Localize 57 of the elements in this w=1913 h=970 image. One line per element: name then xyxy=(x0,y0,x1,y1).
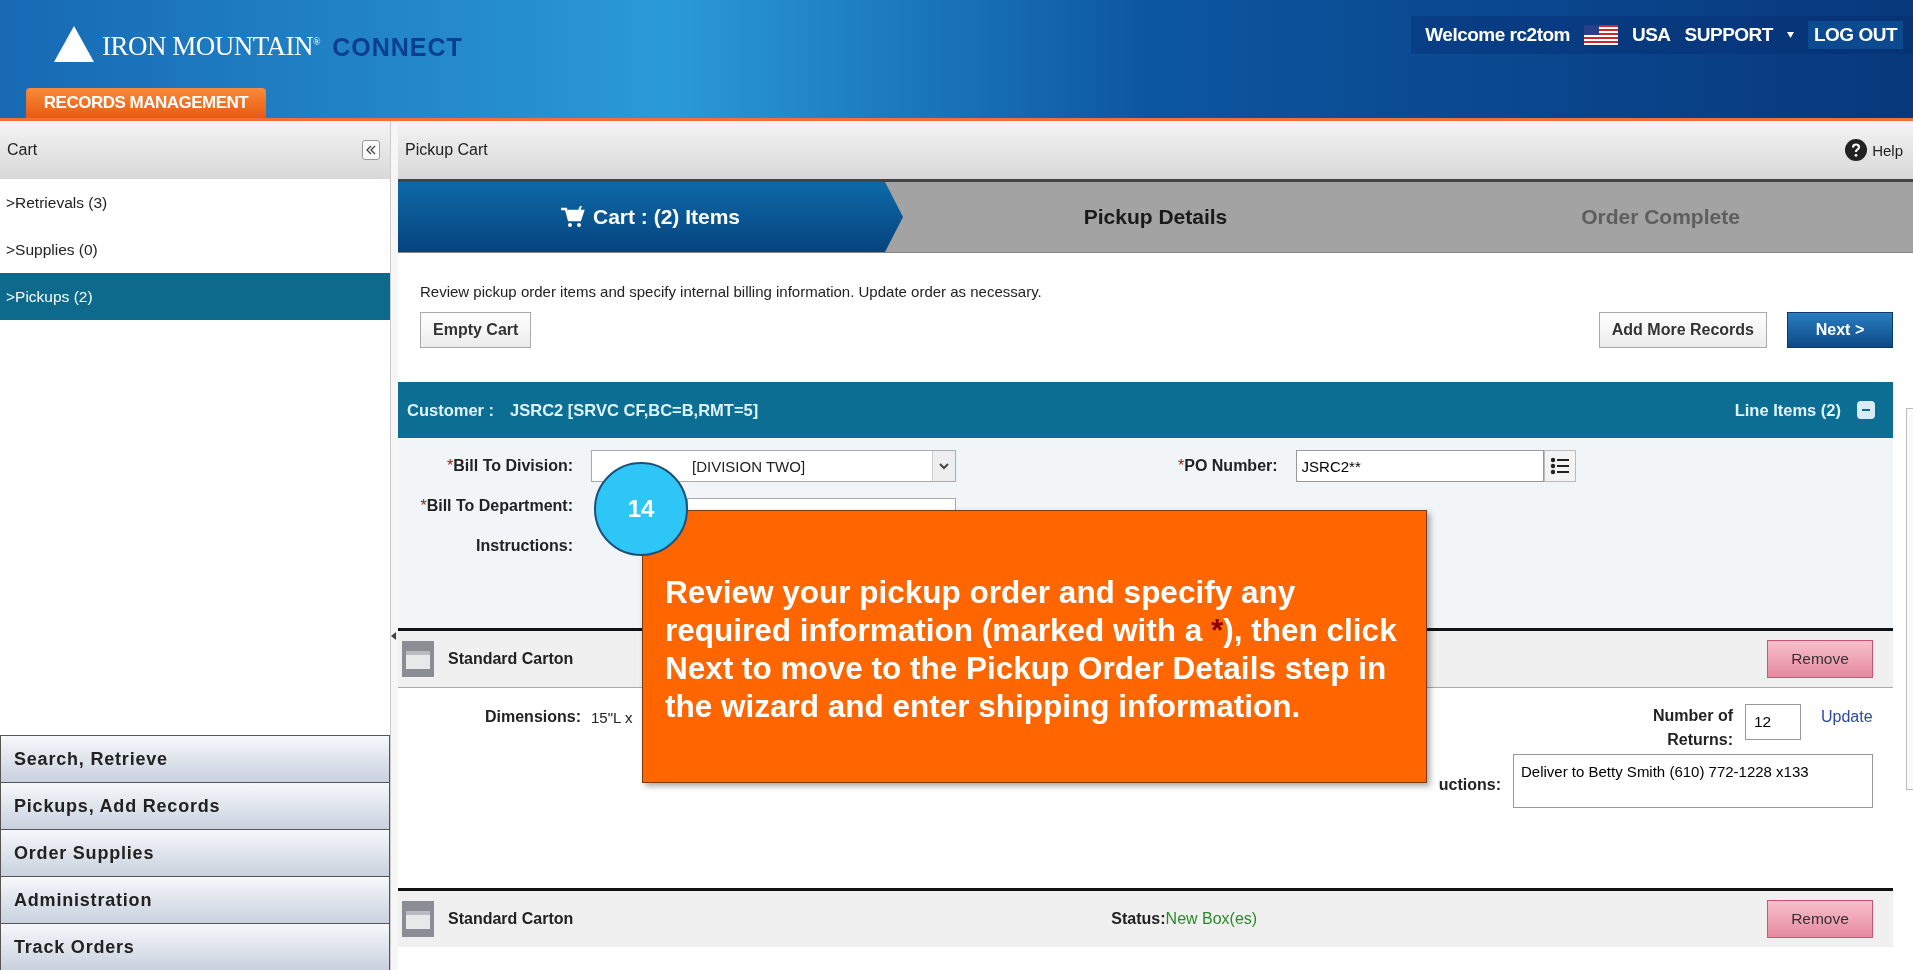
field-label: Instructions: xyxy=(475,537,574,555)
sidebar-title: Cart xyxy=(7,141,38,159)
help-icon[interactable] xyxy=(1845,139,1868,161)
nav-button[interactable]: Pickups, Add Records xyxy=(0,782,390,829)
nav-button[interactable]: Administration xyxy=(0,876,390,923)
nav-button[interactable]: Track Orders xyxy=(0,923,390,970)
dropdown-field[interactable]: [DIVISION TWO] xyxy=(591,450,956,482)
collapse-button[interactable] xyxy=(362,140,380,160)
field-label: Number of Returns: xyxy=(1652,706,1734,750)
welcome-text: Welcome rc2tom xyxy=(1425,24,1570,46)
field-label: Dimensions: xyxy=(484,708,582,726)
empty-cart-button[interactable]: Empty Cart xyxy=(420,312,532,348)
collapse-button[interactable] xyxy=(1857,401,1875,419)
next-button[interactable]: Next > xyxy=(1787,312,1893,348)
nav-button[interactable]: Order Supplies xyxy=(0,829,390,876)
remove-button[interactable]: Remove xyxy=(1767,900,1873,938)
add-records-button[interactable]: Add More Records xyxy=(1598,312,1767,348)
status-text: Status:New Box(es) xyxy=(1111,910,1258,928)
po-number-field[interactable]: JSRC2** xyxy=(1295,450,1544,482)
line-items-label: Line Items (2) xyxy=(1734,400,1841,420)
intro-text: Review pickup order items and specify internal billing information. Update order as necessary. xyxy=(419,282,1043,300)
support-link[interactable]: SUPPORT xyxy=(1684,24,1773,46)
field-label: *PO Number: xyxy=(1178,457,1279,475)
double-chevron-left-icon xyxy=(366,145,376,155)
flag-icon xyxy=(1583,25,1618,45)
dropdown-field[interactable] xyxy=(687,498,956,510)
product-name: CONNECT xyxy=(332,33,463,62)
customer-label: Customer : xyxy=(407,400,495,420)
customer-value: JSRC2 [SRVC CF,BC=B,RMT=5] xyxy=(510,400,759,420)
dimensions-value: 15"L x xyxy=(591,709,633,726)
carton-icon xyxy=(402,901,434,937)
logout-link[interactable]: LOG OUT xyxy=(1807,21,1903,49)
page-title: Pickup Cart xyxy=(405,141,488,159)
help-link[interactable]: Help xyxy=(1872,141,1903,159)
mountain-logo-icon xyxy=(54,26,94,62)
field-label: *Bill To Division: xyxy=(446,457,574,475)
caret-icon[interactable] xyxy=(1786,32,1794,38)
remove-button[interactable]: Remove xyxy=(1767,640,1873,678)
wizard-step[interactable]: Pickup Details xyxy=(903,182,1408,252)
returns-field[interactable]: 12 xyxy=(1745,704,1801,740)
collapse-arrow-icon[interactable] xyxy=(391,631,396,640)
caret-icon xyxy=(939,462,949,470)
nav-button[interactable]: Search, Retrieve xyxy=(0,735,390,782)
item-name: Standard Carton xyxy=(448,650,574,668)
cart-icon xyxy=(561,206,585,228)
instructions-field[interactable]: Deliver to Betty Smith (610) 772-1228 x133 xyxy=(1513,754,1873,808)
sidebar-item[interactable]: >Pickups (2) xyxy=(0,273,390,320)
item-name: Standard Carton xyxy=(448,910,574,928)
list-icon[interactable] xyxy=(1543,450,1576,482)
carton-icon xyxy=(402,641,434,677)
brand-name: IRON MOUNTAIN$^{®}$ xyxy=(102,31,321,62)
callout-text: Review your pickup order and specify any required information (marked with a *), then click Next to move to the Pickup Order Details step in the wizard and enter shipping information. xyxy=(665,573,1398,725)
wizard-step[interactable]: Cart : (2) Items xyxy=(398,182,903,252)
field-label: uctions: xyxy=(1438,776,1502,794)
field-label: *Bill To Department: xyxy=(419,497,574,515)
update-link[interactable]: Update xyxy=(1821,708,1873,726)
country-link[interactable]: USA xyxy=(1631,24,1671,46)
